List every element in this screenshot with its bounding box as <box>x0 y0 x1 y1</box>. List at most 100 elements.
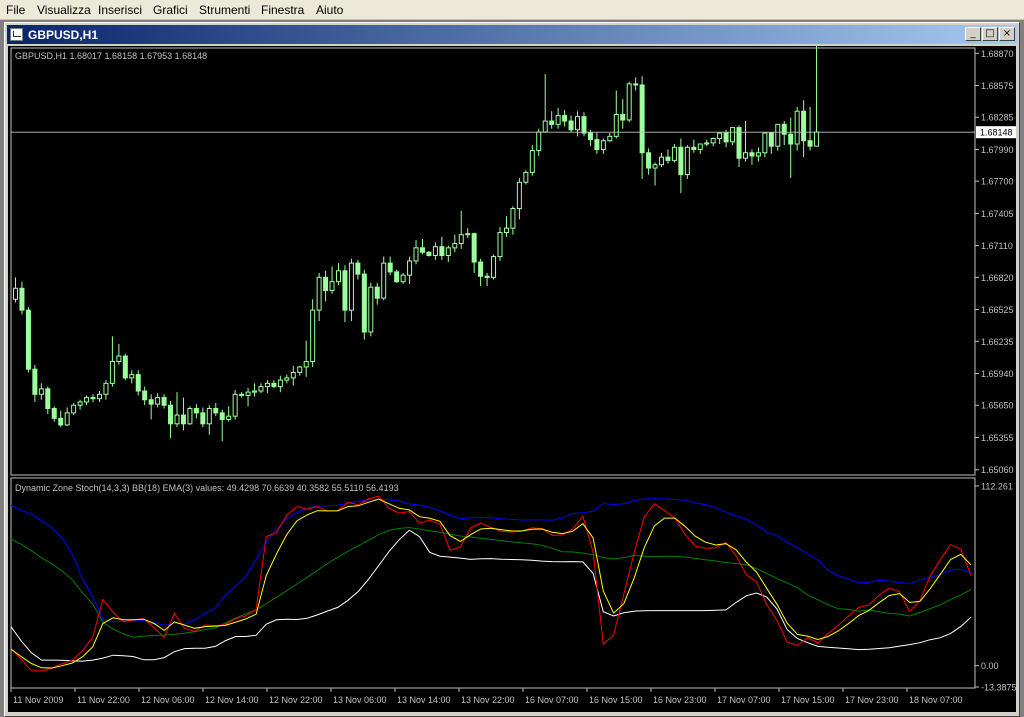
candle-body-bull <box>38 388 44 395</box>
maximize-icon[interactable]: □ <box>982 27 998 41</box>
candle-body-bear <box>342 270 348 311</box>
candle-body-bull <box>310 309 316 363</box>
y-tick-label: 1.66820 <box>981 273 1014 283</box>
candle-body-bear <box>200 412 206 425</box>
y-tick-label: 1.68575 <box>981 81 1014 91</box>
candle-body-bull <box>413 247 419 262</box>
candle-body-bull <box>497 232 503 258</box>
x-tick-label: 13 Nov 06:00 <box>333 695 387 705</box>
candle-body-bull <box>613 113 619 137</box>
menu-inserisci[interactable]: Inserisci <box>98 3 142 17</box>
menu-finestra[interactable]: Finestra <box>261 3 304 17</box>
menu-strumenti[interactable]: Strumenti <box>199 3 250 17</box>
candle-body-bear <box>471 233 477 263</box>
menu-grafici[interactable]: Grafici <box>153 3 188 17</box>
candle-body-bear <box>168 404 174 425</box>
candle-body-bear <box>25 309 31 370</box>
ind-y-tick-label: -13.3875 <box>981 683 1016 693</box>
price-chart-title: GBPUSD,H1 1.68017 1.68158 1.67953 1.6814… <box>15 51 207 61</box>
x-tick-label: 12 Nov 14:00 <box>205 695 259 705</box>
candle-body-bull <box>432 246 438 256</box>
candle-body-bear <box>58 417 64 426</box>
candle-body-bear <box>135 374 141 392</box>
candle-body-bull <box>762 132 768 154</box>
candle-body-bear <box>749 152 755 157</box>
menu-visualizza[interactable]: Visualizza <box>37 3 91 17</box>
candle-body-bull <box>64 412 70 426</box>
candle-body-bear <box>768 132 774 147</box>
candle-body-bull <box>329 281 335 291</box>
candle-body-bull <box>465 233 471 236</box>
candle-body-bear <box>394 271 400 283</box>
candle-body-bull <box>491 256 497 278</box>
candle-body-bull <box>542 120 548 133</box>
candle-body-bull <box>575 116 581 131</box>
candle-body-bear <box>142 390 148 401</box>
window-titlebar[interactable]: GBPUSD,H1 _ □ × <box>7 25 1017 44</box>
x-tick-label: 18 Nov 07:00 <box>909 695 963 705</box>
candle-body-bull <box>626 83 632 121</box>
candle-body-bear <box>387 262 393 273</box>
candle-body-bull <box>775 123 781 147</box>
candle-body-bull <box>814 131 820 147</box>
x-tick-label: 11 Nov 22:00 <box>77 695 130 705</box>
candle-body-bull <box>407 260 413 276</box>
candle-body-bull <box>717 132 723 140</box>
candle-body-bull <box>129 374 135 379</box>
candle-body-bear <box>239 393 245 396</box>
candle-body-bull <box>516 181 522 209</box>
menu-bar: File Visualizza Inserisci Grafici Strume… <box>0 0 1024 20</box>
candle-body-bear <box>361 273 367 333</box>
candle-body-bull <box>368 286 374 333</box>
chart-canvas[interactable]: 1.68148 1.68870 1.68575 1.68285 1.67990 1.677… <box>8 46 1016 712</box>
candle-body-bear <box>323 276 329 291</box>
minimize-icon[interactable]: _ <box>965 27 981 41</box>
candle-body-bull <box>794 110 800 145</box>
menu-aiuto[interactable]: Aiuto <box>316 3 343 17</box>
candle-body-bull <box>704 142 710 145</box>
candle-body-bull <box>607 135 613 142</box>
candle-body-bull <box>96 393 102 400</box>
candle-body-bull <box>336 270 341 283</box>
y-tick-label: 1.66525 <box>981 305 1014 315</box>
candle-body-bull <box>730 127 736 143</box>
candle-body-bull <box>245 391 251 396</box>
candle-body-bear <box>419 247 425 253</box>
candle-body-bull <box>71 404 77 414</box>
candle-body-bull <box>555 115 561 125</box>
candle-body-bull <box>755 152 761 157</box>
candle-body-bull <box>452 242 458 249</box>
candle-body-bull <box>742 152 748 159</box>
candle-body-bear <box>32 368 38 395</box>
candle-body-bear <box>549 120 555 125</box>
x-tick-label: 13 Nov 22:00 <box>461 695 515 705</box>
candle-body-bear <box>426 251 432 256</box>
candle-body-bear <box>161 397 167 406</box>
y-tick-label: 1.65060 <box>981 465 1014 475</box>
candle-body-bear <box>788 133 794 145</box>
candle-body-bear <box>594 139 600 150</box>
candle-body-bull <box>652 164 658 169</box>
candle-body-bull <box>290 371 296 379</box>
candle-body-bear <box>587 132 593 141</box>
chart-window-icon <box>10 28 23 41</box>
y-tick-label: 1.65650 <box>981 401 1014 411</box>
candle-body-bear <box>213 408 219 414</box>
candle-body-bear <box>633 83 639 86</box>
candle-body-bear <box>374 286 380 299</box>
menu-file[interactable]: File <box>6 3 25 17</box>
candle-body-bull <box>284 377 290 381</box>
current-price-label: 1.68148 <box>980 128 1013 138</box>
candle-body-bull <box>458 234 464 244</box>
candle-body-bull <box>348 262 354 311</box>
candle-body-bull <box>174 414 180 425</box>
close-icon[interactable]: × <box>999 27 1015 41</box>
candle-body-bull <box>77 401 83 406</box>
x-tick-label: 17 Nov 07:00 <box>717 695 771 705</box>
y-tick-label: 1.65355 <box>981 433 1014 443</box>
candle-body-bull <box>232 393 238 417</box>
candle-body-bear <box>568 120 574 131</box>
candle-body-bull <box>206 408 212 425</box>
candle-body-bear <box>691 146 697 150</box>
candle-body-bull <box>529 150 535 173</box>
